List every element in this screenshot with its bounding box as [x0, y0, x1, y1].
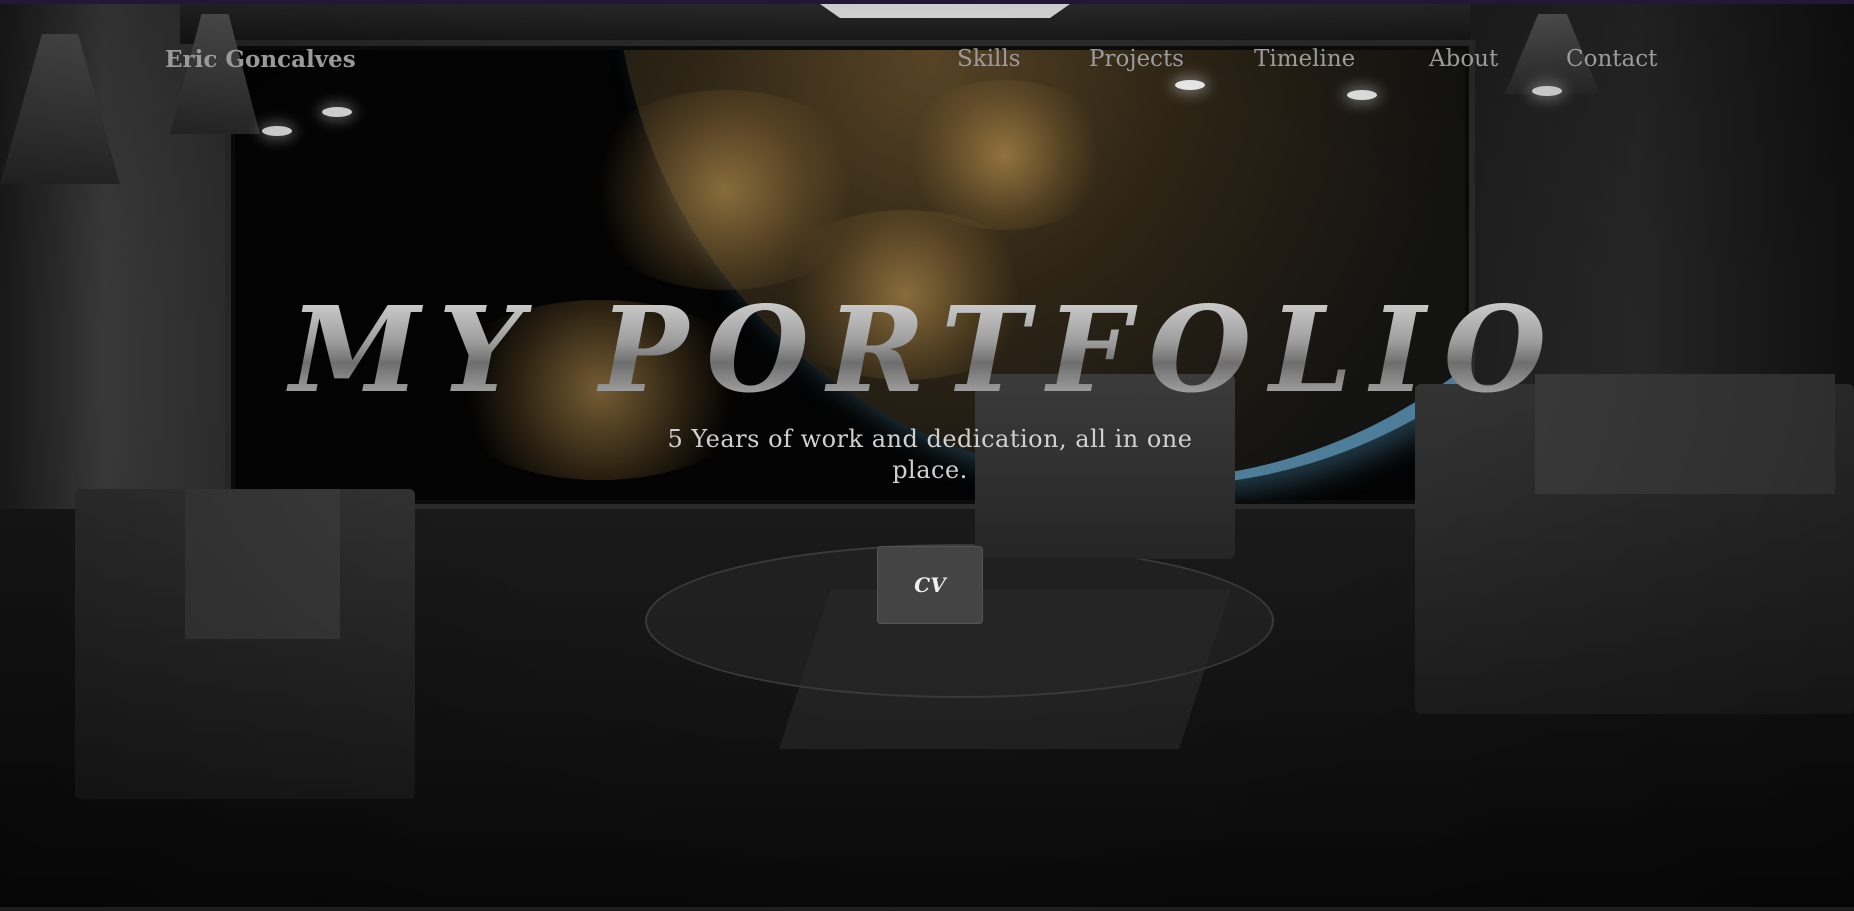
- nav-link-about[interactable]: About: [1429, 46, 1498, 72]
- page-title: MY PORTFOLIO: [0, 280, 1854, 419]
- brand-link[interactable]: Eric Goncalves: [165, 46, 356, 73]
- top-navigation: Eric Goncalves Skills Projects Timeline …: [0, 40, 1854, 82]
- nav-link-contact[interactable]: Contact: [1566, 46, 1657, 72]
- cv-button[interactable]: CV: [877, 546, 983, 624]
- nav-link-timeline[interactable]: Timeline: [1254, 46, 1355, 72]
- window-bottom-edge: [0, 907, 1854, 911]
- hero-subtitle: 5 Years of work and dedication, all in o…: [667, 425, 1193, 484]
- nav-link-skills[interactable]: Skills: [957, 46, 1021, 72]
- nav-link-projects[interactable]: Projects: [1089, 46, 1184, 72]
